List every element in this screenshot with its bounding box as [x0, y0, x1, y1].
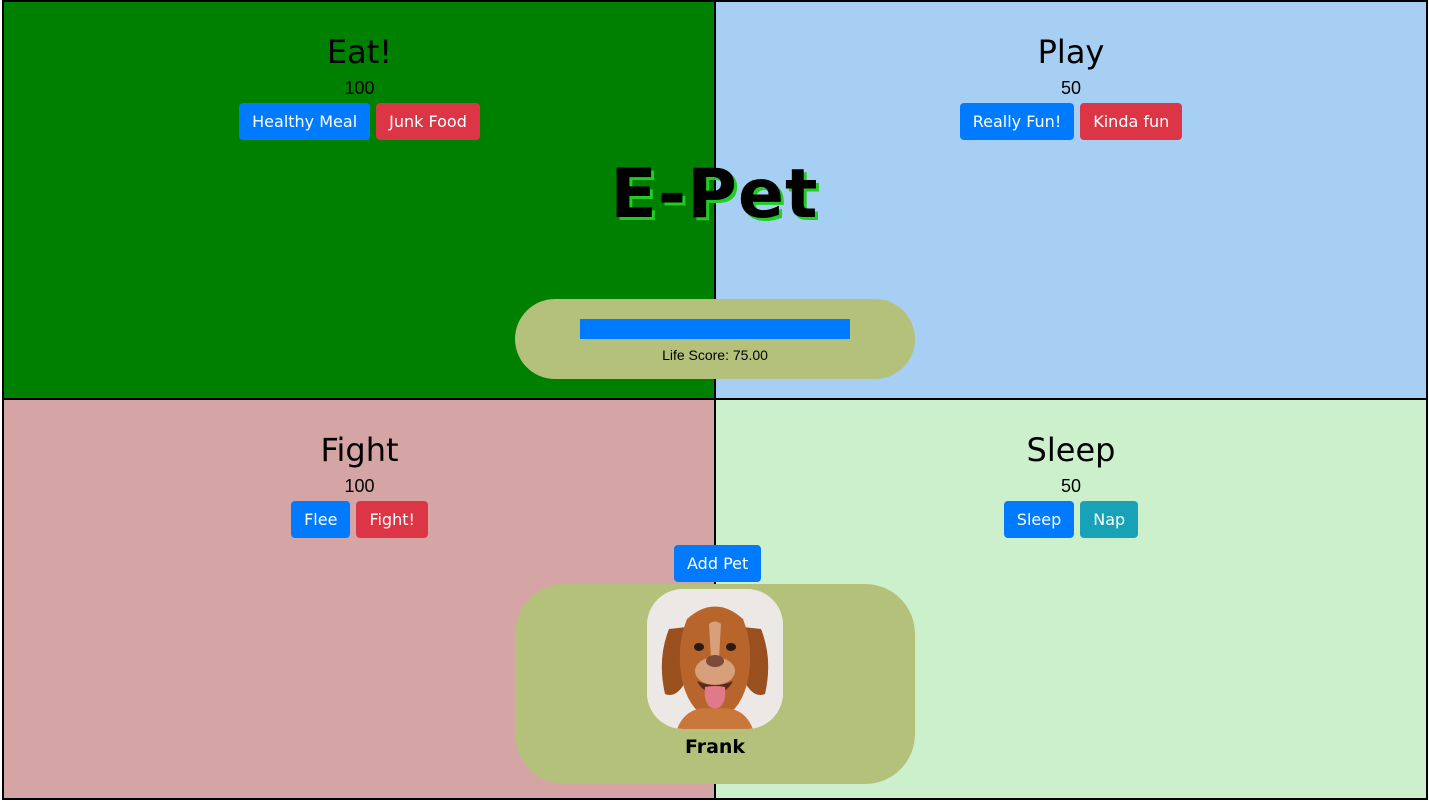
- dog-photo-icon: [647, 589, 783, 729]
- eat-title: Eat!: [326, 33, 393, 71]
- junk-food-button[interactable]: Junk Food: [376, 103, 480, 140]
- life-score-panel: Life Score: 75.00: [515, 299, 915, 379]
- fight-value: 100: [344, 476, 375, 496]
- pet-name: Frank: [684, 736, 746, 758]
- really-fun-button[interactable]: Really Fun!: [959, 103, 1075, 140]
- fight-button[interactable]: Fight!: [356, 501, 428, 538]
- sleep-value: 50: [1060, 476, 1082, 496]
- play-value: 50: [1060, 78, 1082, 98]
- sleep-title: Sleep: [1026, 431, 1116, 469]
- sleep-button[interactable]: Sleep: [1003, 501, 1075, 538]
- play-title: Play: [1037, 33, 1105, 71]
- flee-button[interactable]: Flee: [291, 501, 351, 538]
- healthy-meal-button[interactable]: Healthy Meal: [239, 103, 371, 140]
- pet-card: Frank: [515, 584, 915, 784]
- kinda-fun-button[interactable]: Kinda fun: [1080, 103, 1183, 140]
- fight-title: Fight: [320, 431, 399, 469]
- life-progress-fill: [580, 319, 850, 339]
- life-progress-bar: [580, 319, 850, 339]
- life-score-label: Life Score: 75.00: [662, 347, 768, 363]
- add-pet-button[interactable]: Add Pet: [674, 545, 762, 582]
- app-title: E-Pet: [610, 155, 819, 234]
- nap-button[interactable]: Nap: [1080, 501, 1139, 538]
- eat-value: 100: [344, 78, 375, 98]
